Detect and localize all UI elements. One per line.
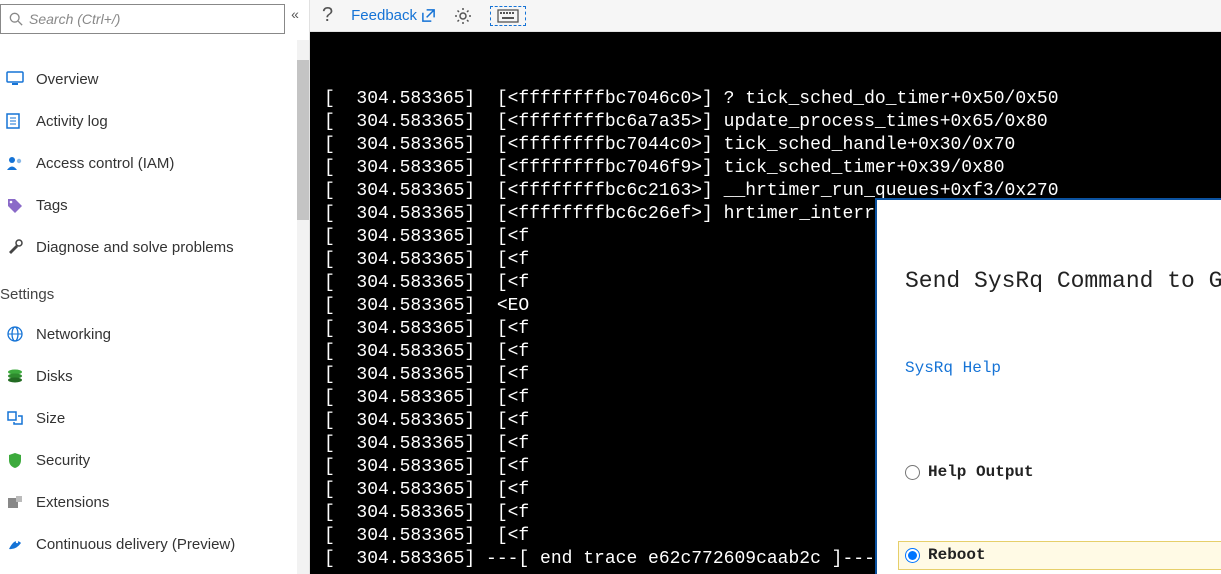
size-icon <box>4 407 26 429</box>
extensions-icon <box>4 491 26 513</box>
keyboard-icon[interactable] <box>490 6 526 26</box>
main: ? Feedback [ 304.583365] [<ffffffffbc704… <box>310 0 1221 574</box>
nav-item-overview[interactable]: Overview <box>0 58 309 100</box>
console-line: [ 304.583365] [<ffffffffbc7046c0>] ? tic… <box>324 88 1207 111</box>
option-reboot[interactable]: Reboot <box>899 542 1221 569</box>
nav-label: Access control (IAM) <box>36 155 174 172</box>
sysrq-dialog: Send SysRq Command to Guest SysRq Help H… <box>875 198 1221 574</box>
search-input[interactable]: Search (Ctrl+/) <box>0 4 285 34</box>
nav-label: Activity log <box>36 113 108 130</box>
people-icon <box>4 152 26 174</box>
nav-label: Extensions <box>36 494 109 511</box>
nav-item-networking[interactable]: Networking <box>0 313 309 355</box>
serial-console[interactable]: [ 304.583365] [<ffffffffbc7046c0>] ? tic… <box>310 32 1221 574</box>
nav-item-access-control[interactable]: Access control (IAM) <box>0 142 309 184</box>
collapse-sidebar-icon[interactable]: « <box>285 6 305 22</box>
nav-label: Networking <box>36 326 111 343</box>
nav-label: Security <box>36 452 90 469</box>
shield-icon <box>4 449 26 471</box>
search-icon <box>9 12 23 26</box>
nav-item-size[interactable]: Size <box>0 397 309 439</box>
nav-primary: Overview Activity log Access control (IA… <box>0 58 309 565</box>
option-label: Help Output <box>928 461 1034 484</box>
nav-label: Disks <box>36 368 73 385</box>
search-placeholder: Search (Ctrl+/) <box>29 11 120 27</box>
tools-icon <box>4 236 26 258</box>
nav-item-continuous-delivery[interactable]: Continuous delivery (Preview) <box>0 523 309 565</box>
sidebar-scrollbar[interactable] <box>297 40 309 574</box>
tag-icon <box>4 194 26 216</box>
radio-reboot[interactable] <box>905 548 920 563</box>
nav-item-activity-log[interactable]: Activity log <box>0 100 309 142</box>
dialog-title: Send SysRq Command to Guest <box>905 270 1221 293</box>
monitor-icon <box>4 68 26 90</box>
nav-label: Continuous delivery (Preview) <box>36 536 235 553</box>
toolbar: ? Feedback <box>310 0 1221 32</box>
nav-item-tags[interactable]: Tags <box>0 184 309 226</box>
nav-label: Size <box>36 410 65 427</box>
console-line: [ 304.583365] [<ffffffffbc7044c0>] tick_… <box>324 134 1207 157</box>
scrollbar-thumb[interactable] <box>297 60 309 220</box>
radio-help-output[interactable] <box>905 465 920 480</box>
section-header-settings: Settings <box>0 268 309 313</box>
option-help-output[interactable]: Help Output <box>905 461 1221 484</box>
rocket-icon <box>4 533 26 555</box>
disks-icon <box>4 365 26 387</box>
console-line: [ 304.583365] [<ffffffffbc7046f9>] tick_… <box>324 157 1207 180</box>
sysrq-help-link[interactable]: SysRq Help <box>905 357 1221 380</box>
nav-item-extensions[interactable]: Extensions <box>0 481 309 523</box>
nav-item-disks[interactable]: Disks <box>0 355 309 397</box>
network-icon <box>4 323 26 345</box>
nav-item-security[interactable]: Security <box>0 439 309 481</box>
feedback-label: Feedback <box>351 7 417 24</box>
activity-log-icon <box>4 110 26 132</box>
sidebar: Search (Ctrl+/) « Overview Activity log … <box>0 0 310 574</box>
nav-label: Overview <box>36 71 99 88</box>
help-icon[interactable]: ? <box>322 4 333 27</box>
nav-item-diagnose[interactable]: Diagnose and solve problems <box>0 226 309 268</box>
feedback-link[interactable]: Feedback <box>351 7 436 24</box>
console-line: [ 304.583365] [<ffffffffbc6a7a35>] updat… <box>324 111 1207 134</box>
nav-label: Diagnose and solve problems <box>36 239 234 256</box>
settings-gear-icon[interactable] <box>454 7 472 25</box>
option-label: Reboot <box>928 544 986 567</box>
nav-label: Tags <box>36 197 68 214</box>
external-link-icon <box>421 8 436 23</box>
